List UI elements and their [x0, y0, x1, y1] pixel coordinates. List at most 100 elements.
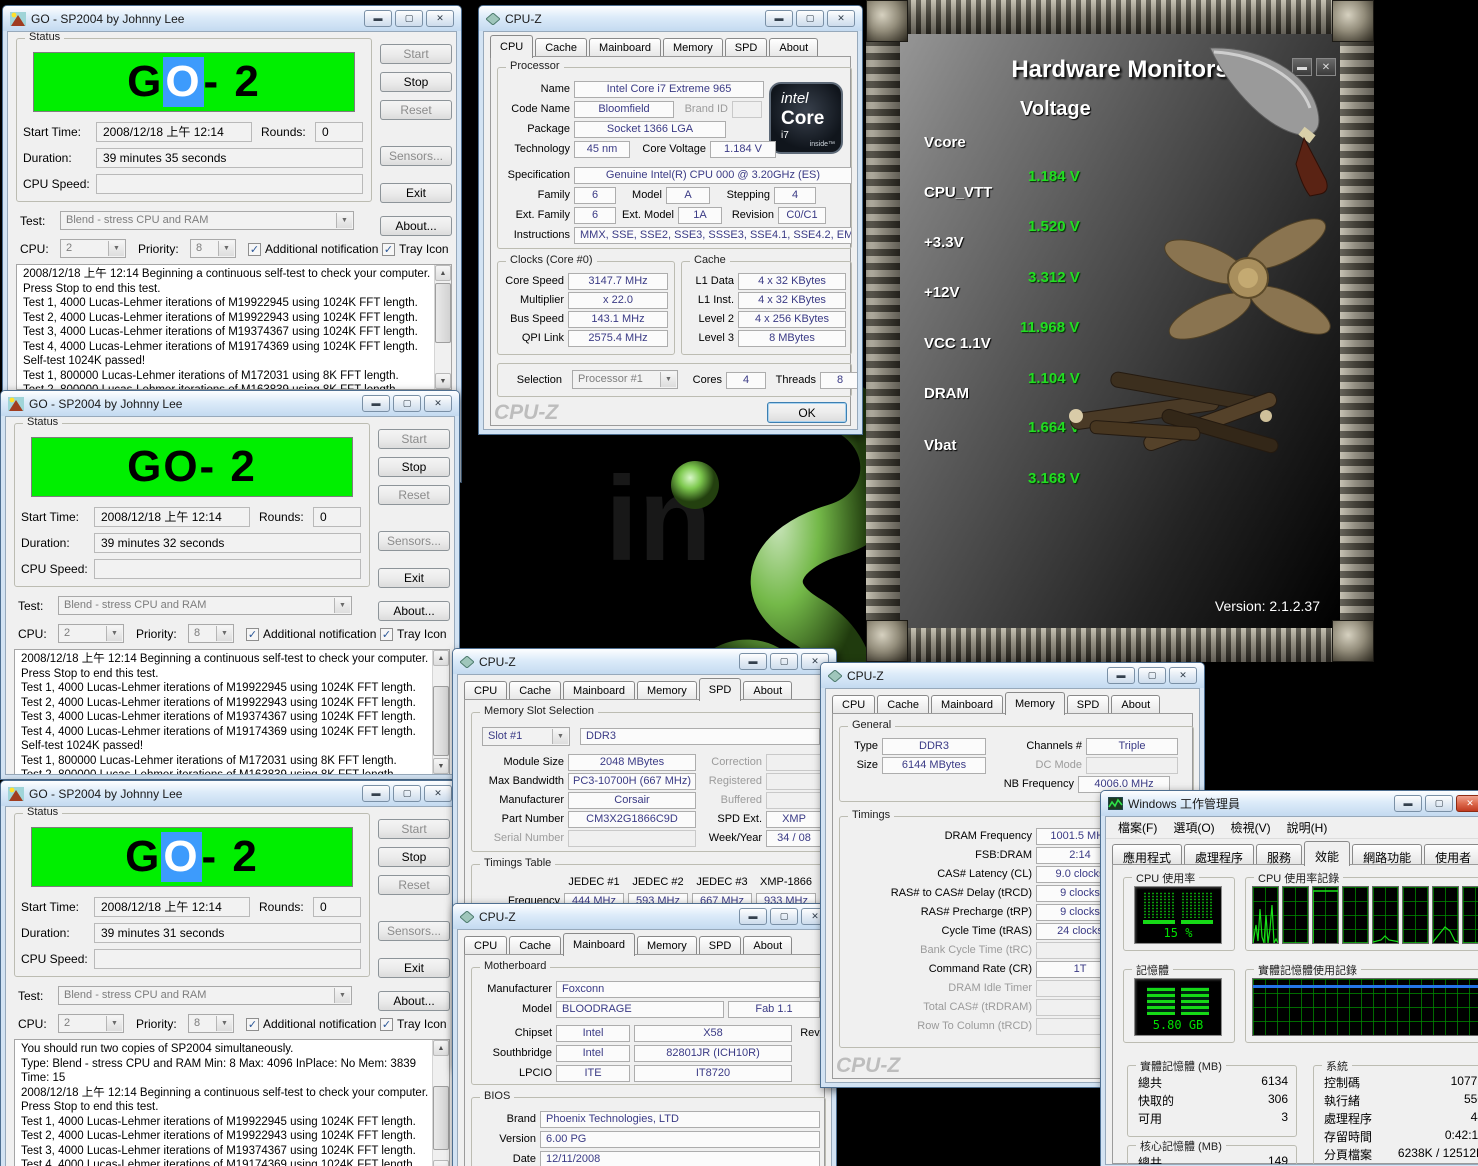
tab-spd[interactable]: SPD	[725, 38, 768, 57]
test-dropdown[interactable]: Blend - stress CPU and RAM▼	[58, 596, 352, 615]
tab-performance[interactable]: 效能	[1304, 841, 1350, 866]
tab-applications[interactable]: 應用程式	[1112, 844, 1182, 865]
titlebar[interactable]: CPU-Z ▬▢✕	[453, 649, 836, 674]
start-button[interactable]: Start	[380, 44, 452, 64]
tab-processes[interactable]: 處理程序	[1184, 844, 1254, 865]
additional-notification-checkbox[interactable]: ✓	[246, 628, 259, 641]
maximize-button[interactable]: ▢	[796, 10, 824, 27]
tray-icon-checkbox[interactable]: ✓	[382, 243, 395, 256]
log-box[interactable]: 2008/12/18 上午 12:14 Beginning a continuo…	[16, 264, 452, 390]
tab-mainboard[interactable]: Mainboard	[589, 38, 661, 57]
additional-notification-checkbox[interactable]: ✓	[246, 1018, 259, 1031]
tab-mainboard[interactable]: Mainboard	[563, 933, 635, 956]
titlebar[interactable]: CPU-Z ▬▢✕	[453, 904, 836, 929]
maximize-button[interactable]: ▢	[1138, 667, 1166, 684]
tab-mainboard[interactable]: Mainboard	[931, 695, 1003, 714]
tab-memory[interactable]: Memory	[1005, 692, 1065, 715]
tab-memory[interactable]: Memory	[637, 681, 697, 700]
test-dropdown[interactable]: Blend - stress CPU and RAM▼	[60, 211, 354, 230]
stop-button[interactable]: Stop	[378, 457, 450, 477]
maximize-button[interactable]: ▢	[393, 395, 421, 412]
tab-cache[interactable]: Cache	[535, 38, 587, 57]
menu-file[interactable]: 檔案(F)	[1110, 817, 1165, 838]
titlebar[interactable]: GO - SP2004 by Johnny Lee ▬▢✕	[1, 391, 459, 416]
titlebar[interactable]: Windows 工作管理員 ▬▢✕	[1101, 791, 1478, 816]
menu-view[interactable]: 檢視(V)	[1223, 817, 1279, 838]
tab-cache[interactable]: Cache	[509, 681, 561, 700]
close-button[interactable]: ✕	[424, 785, 452, 802]
cpu-dropdown[interactable]: 2▼	[58, 624, 124, 643]
log-scrollbar[interactable]: ▲▼	[432, 1040, 449, 1166]
priority-dropdown[interactable]: 8▼	[188, 1014, 234, 1033]
log-scrollbar[interactable]: ▲▼	[432, 650, 449, 774]
minimize-button[interactable]: ▬	[364, 10, 392, 27]
cpu-dropdown[interactable]: 2▼	[60, 239, 126, 258]
minimize-button[interactable]: ▬	[1394, 795, 1422, 812]
processor-select[interactable]: Processor #1▼	[572, 370, 678, 389]
tab-cpu[interactable]: CPU	[490, 35, 533, 58]
additional-notification-checkbox[interactable]: ✓	[248, 243, 261, 256]
tab-about[interactable]: About	[1111, 695, 1160, 714]
exit-button[interactable]: Exit	[378, 958, 450, 978]
minimize-button[interactable]: ▬	[362, 785, 390, 802]
slot-select[interactable]: Slot #1▼	[482, 727, 570, 746]
tab-networking[interactable]: 網路功能	[1352, 844, 1422, 865]
tab-memory[interactable]: Memory	[663, 38, 723, 57]
tab-spd[interactable]: SPD	[699, 936, 742, 955]
log-box[interactable]: You should run two copies of SP2004 simu…	[14, 1039, 450, 1166]
tab-about[interactable]: About	[743, 936, 792, 955]
titlebar[interactable]: GO - SP2004 by Johnny Lee ▬▢✕	[3, 6, 461, 31]
titlebar[interactable]: CPU-Z ▬▢✕	[821, 663, 1204, 688]
reset-button[interactable]: Reset	[378, 875, 450, 895]
close-button[interactable]: ✕	[827, 10, 855, 27]
maximize-button[interactable]: ▢	[770, 908, 798, 925]
tab-cpu[interactable]: CPU	[464, 681, 507, 700]
reset-button[interactable]: Reset	[378, 485, 450, 505]
titlebar[interactable]: CPU-Z ▬▢✕	[479, 6, 862, 31]
titlebar[interactable]: GO - SP2004 by Johnny Lee ▬▢✕	[1, 781, 459, 806]
ok-button[interactable]: OK	[767, 402, 847, 423]
maximize-button[interactable]: ▢	[395, 10, 423, 27]
exit-button[interactable]: Exit	[380, 183, 452, 203]
close-button[interactable]: ✕	[426, 10, 454, 27]
tab-about[interactable]: About	[743, 681, 792, 700]
reset-button[interactable]: Reset	[380, 100, 452, 120]
menu-help[interactable]: 說明(H)	[1279, 817, 1336, 838]
tab-mainboard[interactable]: Mainboard	[563, 681, 635, 700]
tab-spd[interactable]: SPD	[699, 678, 742, 701]
exit-button[interactable]: Exit	[378, 568, 450, 588]
about-button[interactable]: About...	[380, 216, 452, 236]
tab-users[interactable]: 使用者	[1424, 844, 1478, 865]
maximize-button[interactable]: ▢	[393, 785, 421, 802]
minimize-button[interactable]: ▬	[739, 908, 767, 925]
cpu-dropdown[interactable]: 2▼	[58, 1014, 124, 1033]
priority-dropdown[interactable]: 8▼	[190, 239, 236, 258]
minimize-button[interactable]: ▬	[1107, 667, 1135, 684]
menu-options[interactable]: 選項(O)	[1165, 817, 1222, 838]
close-button[interactable]: ✕	[1456, 795, 1478, 812]
log-box[interactable]: 2008/12/18 上午 12:14 Beginning a continuo…	[14, 649, 450, 775]
about-button[interactable]: About...	[378, 601, 450, 621]
minimize-button[interactable]: ▬	[362, 395, 390, 412]
tray-icon-checkbox[interactable]: ✓	[380, 628, 393, 641]
tab-cpu[interactable]: CPU	[464, 936, 507, 955]
tab-cpu[interactable]: CPU	[832, 695, 875, 714]
sensors-button[interactable]: Sensors...	[380, 146, 452, 166]
sensors-button[interactable]: Sensors...	[378, 531, 450, 551]
sensors-button[interactable]: Sensors...	[378, 921, 450, 941]
tab-cache[interactable]: Cache	[877, 695, 929, 714]
maximize-button[interactable]: ▢	[770, 653, 798, 670]
minimize-button[interactable]: ▬	[739, 653, 767, 670]
minimize-button[interactable]: ▬	[765, 10, 793, 27]
start-button[interactable]: Start	[378, 819, 450, 839]
maximize-button[interactable]: ▢	[1425, 795, 1453, 812]
about-button[interactable]: About...	[378, 991, 450, 1011]
priority-dropdown[interactable]: 8▼	[188, 624, 234, 643]
tab-services[interactable]: 服務	[1256, 844, 1302, 865]
tab-spd[interactable]: SPD	[1067, 695, 1110, 714]
tab-memory[interactable]: Memory	[637, 936, 697, 955]
close-button[interactable]: ✕	[424, 395, 452, 412]
stop-button[interactable]: Stop	[380, 72, 452, 92]
close-button[interactable]: ✕	[1169, 667, 1197, 684]
test-dropdown[interactable]: Blend - stress CPU and RAM▼	[58, 986, 352, 1005]
